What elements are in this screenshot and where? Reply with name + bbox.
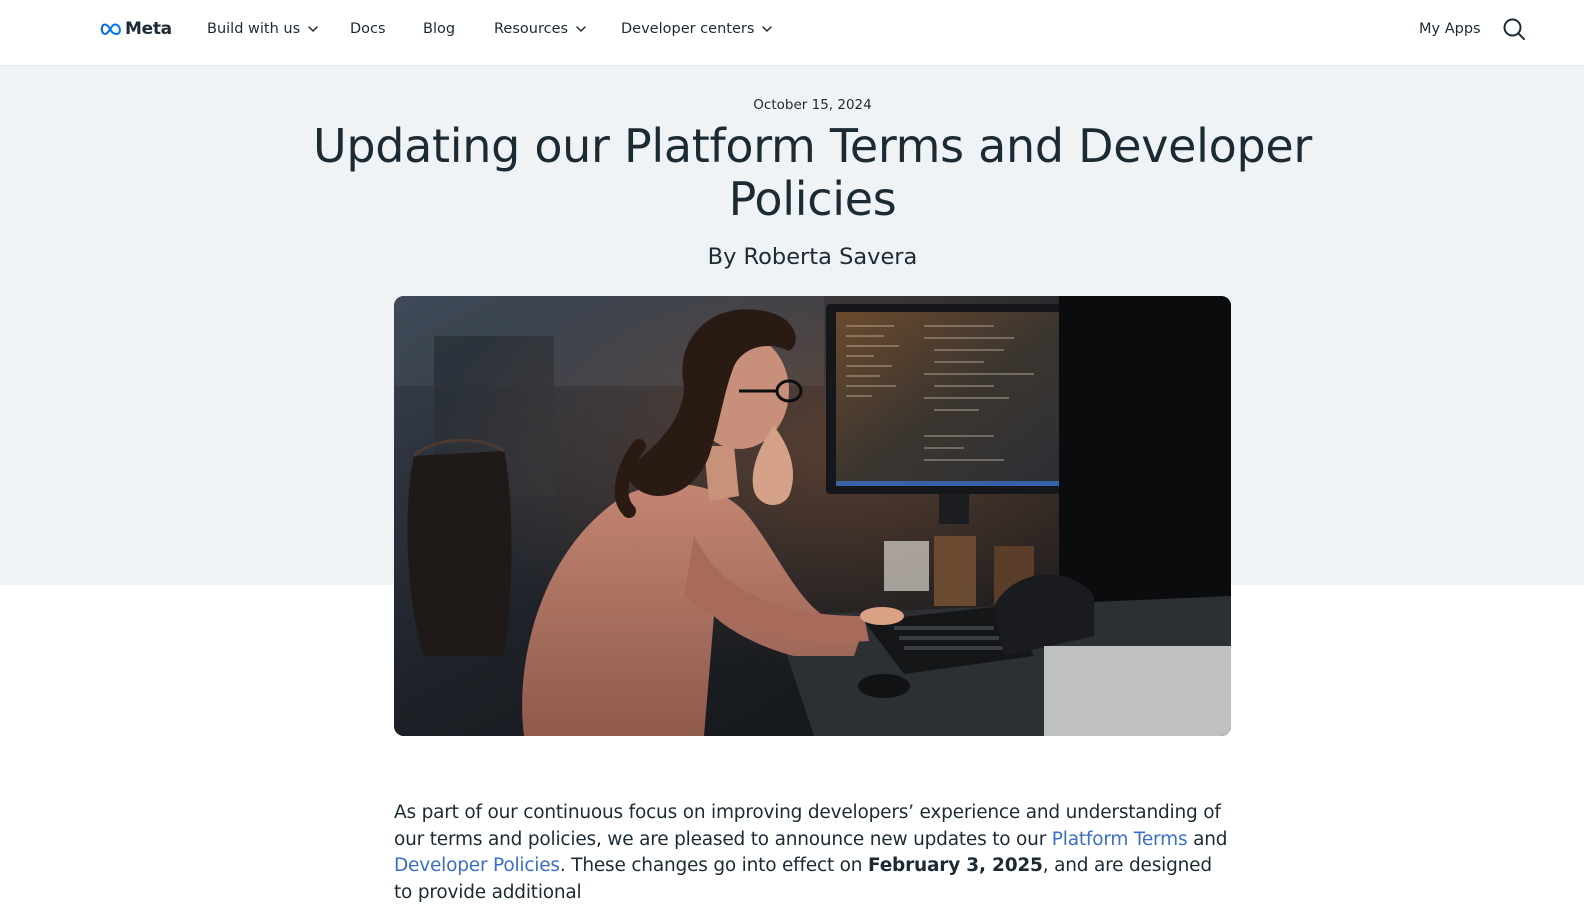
nav-blog-label: Blog xyxy=(423,21,456,37)
chevron-down-icon xyxy=(761,23,773,35)
nav-developer-centers[interactable]: Developer centers xyxy=(621,18,773,40)
chevron-down-icon xyxy=(575,23,587,35)
meta-infinity-icon xyxy=(100,23,121,36)
nav-build-with-us-label: Build with us xyxy=(207,21,301,37)
my-apps-label: My Apps xyxy=(1419,21,1481,37)
nav-docs[interactable]: Docs xyxy=(350,18,386,40)
hero-image xyxy=(394,296,1231,736)
nav-blog[interactable]: Blog xyxy=(423,18,455,40)
nav-build-with-us[interactable]: Build with us xyxy=(207,18,319,40)
intro-text-and: and xyxy=(1187,828,1228,850)
page-title: Updating our Platform Terms and Develope… xyxy=(312,119,1313,226)
post-author: By Roberta Savera xyxy=(707,244,918,270)
nav-resources[interactable]: Resources xyxy=(494,18,587,40)
chevron-down-icon xyxy=(307,23,319,35)
nav-docs-label: Docs xyxy=(350,21,386,37)
search-button[interactable] xyxy=(1502,17,1526,41)
search-icon xyxy=(1503,18,1525,40)
effective-date: February 3, 2025 xyxy=(868,855,1043,876)
top-navigation: Meta Build with us Docs Blog Resources D… xyxy=(0,0,1584,66)
nav-resources-label: Resources xyxy=(494,21,569,37)
my-apps-link[interactable]: My Apps xyxy=(1419,18,1481,40)
platform-terms-link[interactable]: Platform Terms xyxy=(1052,829,1188,850)
intro-paragraph: As part of our continuous focus on impro… xyxy=(394,800,1234,906)
intro-text-2: . These changes go into effect on xyxy=(559,855,869,876)
developer-policies-link[interactable]: Developer Policies xyxy=(394,855,560,876)
logo-text: Meta xyxy=(125,19,172,39)
article-body: As part of our continuous focus on impro… xyxy=(394,800,1234,906)
meta-logo[interactable]: Meta xyxy=(100,17,172,41)
post-date: October 15, 2024 xyxy=(753,97,872,113)
nav-developer-centers-label: Developer centers xyxy=(621,21,755,37)
